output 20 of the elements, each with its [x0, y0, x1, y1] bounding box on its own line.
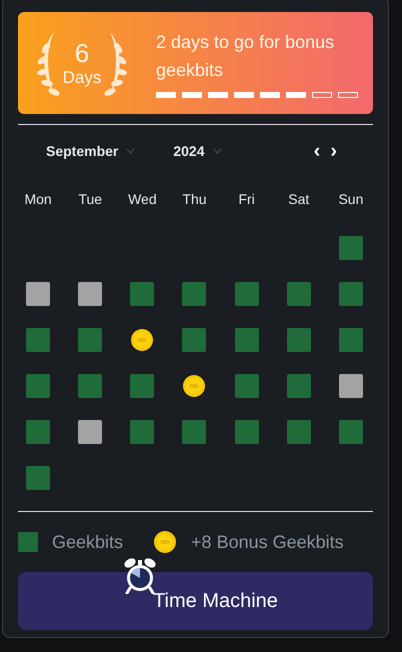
time-machine-button[interactable]: Time Machine: [18, 572, 373, 630]
caret-icon: [126, 148, 136, 154]
caret-icon: [212, 148, 222, 154]
legend-label: +8 Bonus Geekbits: [191, 530, 344, 554]
weekday-label: Fri: [237, 190, 256, 208]
weekday-label: Sat: [287, 190, 310, 208]
legend-label: Geekbits: [52, 530, 124, 554]
month-select[interactable]: September: [46, 140, 136, 162]
streak-unit: Days: [62, 68, 102, 88]
weekday-label: Wed: [127, 190, 158, 208]
weekday-label: Sun: [337, 190, 364, 208]
next-month-button[interactable]: ›: [330, 141, 337, 161]
previous-month-button[interactable]: ‹: [314, 141, 320, 161]
streak-count: 6: [74, 38, 90, 68]
weekday-label: Tue: [77, 190, 104, 208]
year-select[interactable]: 2024: [173, 140, 222, 162]
weekday-label: Mon: [23, 190, 53, 208]
alarm-clock-icon: [122, 556, 158, 594]
streak-message: 2 days to go for bonus geekbits: [156, 31, 336, 82]
weekday-label: Thu: [181, 190, 208, 208]
